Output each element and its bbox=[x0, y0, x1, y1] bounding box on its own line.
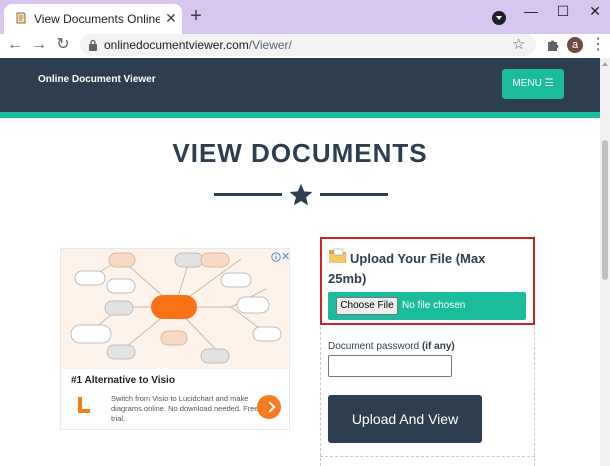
divider-line-right bbox=[320, 193, 388, 196]
header-accent-bar bbox=[0, 112, 600, 118]
password-hint: (if any) bbox=[421, 341, 455, 352]
scrollbar-thumb[interactable] bbox=[602, 140, 608, 280]
lock-icon bbox=[89, 39, 97, 51]
window-close-button[interactable]: ✕ bbox=[584, 3, 606, 19]
browser-menu-icon[interactable]: ⋮ bbox=[590, 36, 606, 54]
ad-body-text: Switch from Visio to Lucidchart and make… bbox=[111, 394, 259, 423]
password-label: Document password (if any) bbox=[328, 341, 455, 352]
site-title[interactable]: Online Document Viewer bbox=[38, 74, 156, 85]
profile-avatar[interactable]: a bbox=[567, 37, 583, 53]
url-text: onlinedocumentviewer.com/Viewer/ bbox=[104, 38, 292, 52]
browser-tab[interactable]: View Documents Online - 100% F ✕ bbox=[4, 4, 182, 34]
star-icon bbox=[289, 183, 313, 206]
scroll-favicon-icon bbox=[16, 12, 26, 24]
lucidchart-logo-icon bbox=[78, 397, 90, 413]
browser-toolbar: ← → ↻ onlinedocumentviewer.com/Viewer/ ☆… bbox=[0, 34, 610, 58]
new-tab-button[interactable]: + bbox=[188, 6, 204, 26]
advertisement[interactable]: ✕ #1 Alternative to Visio Switch from Vi… bbox=[60, 248, 290, 430]
ad-close-icon[interactable]: ✕ bbox=[281, 250, 290, 263]
panel-divider bbox=[320, 456, 535, 457]
upload-heading: Upload Your File (Max 25mb) bbox=[328, 251, 486, 286]
password-label-text: Document password bbox=[328, 341, 420, 352]
upload-and-view-button[interactable]: Upload And View bbox=[328, 395, 482, 443]
back-button[interactable]: ← bbox=[6, 36, 24, 54]
forward-button[interactable]: → bbox=[30, 36, 48, 54]
browser-tabstrip: View Documents Online - 100% F ✕ + — ☐ ✕ bbox=[0, 0, 610, 34]
bookmark-star-icon[interactable]: ☆ bbox=[512, 36, 525, 54]
file-status-text: No file chosen bbox=[402, 300, 466, 311]
menu-button[interactable]: MENU ☰ bbox=[502, 69, 564, 99]
page-title: VIEW DOCUMENTS bbox=[172, 138, 428, 168]
ad-mindmap-image bbox=[61, 249, 289, 369]
scroll-up-arrow-icon[interactable] bbox=[602, 62, 608, 66]
minimize-button[interactable]: — bbox=[520, 3, 542, 19]
maximize-button[interactable]: ☐ bbox=[552, 3, 574, 19]
extensions-puzzle-icon[interactable] bbox=[546, 38, 560, 52]
ad-arrow-button[interactable] bbox=[257, 395, 281, 419]
tab-title: View Documents Online - 100% F bbox=[34, 12, 160, 26]
choose-file-button[interactable]: Choose File bbox=[336, 297, 398, 315]
divider-line-left bbox=[214, 193, 282, 196]
site-header: Online Document Viewer MENU ☰ bbox=[0, 58, 600, 112]
address-bar[interactable]: onlinedocumentviewer.com/Viewer/ ☆ bbox=[80, 34, 536, 56]
ad-headline[interactable]: #1 Alternative to Visio bbox=[71, 375, 175, 386]
document-password-field[interactable] bbox=[328, 355, 452, 377]
tab-search-icon[interactable] bbox=[492, 11, 506, 25]
tab-close-icon[interactable]: ✕ bbox=[164, 11, 178, 25]
ad-info-icon[interactable] bbox=[271, 252, 281, 262]
url-domain: onlinedocumentviewer.com bbox=[104, 38, 249, 52]
reload-button[interactable]: ↻ bbox=[54, 36, 72, 54]
url-path: /Viewer/ bbox=[248, 38, 292, 52]
